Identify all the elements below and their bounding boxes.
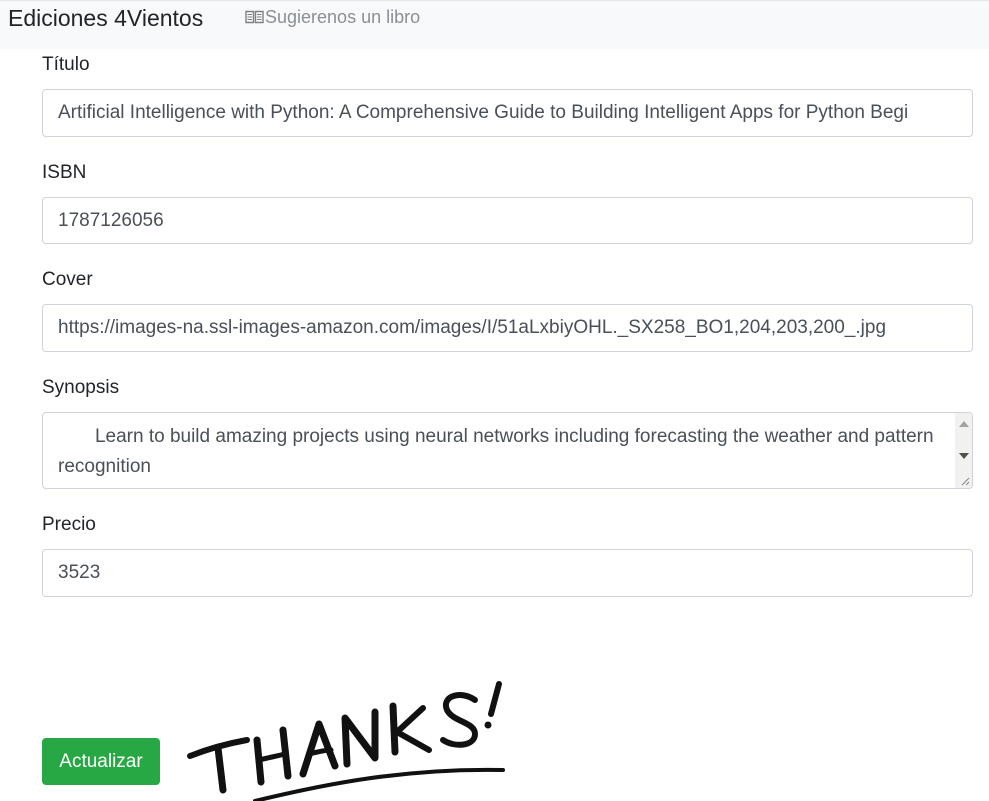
isbn-label: ISBN — [42, 162, 87, 183]
synopsis-text: Learn to build amazing projects using ne… — [58, 426, 939, 477]
titulo-input[interactable]: Artificial Intelligence with Python: A C… — [42, 89, 973, 137]
cover-label: Cover — [42, 269, 93, 290]
synopsis-textarea[interactable]: Learn to build amazing projects using ne… — [42, 412, 973, 489]
book-icon — [245, 10, 264, 24]
scroll-up-arrow-icon[interactable] — [959, 421, 969, 427]
scroll-down-arrow-icon[interactable] — [959, 453, 969, 459]
thanks-lettering-image — [187, 681, 505, 801]
actualizar-button[interactable]: Actualizar — [42, 738, 160, 785]
synopsis-label: Synopsis — [42, 377, 120, 398]
resize-grip-icon[interactable] — [960, 476, 970, 486]
cover-input[interactable]: https://images-na.ssl-images-amazon.com/… — [42, 304, 973, 352]
navbar: Ediciones 4Vientos Sugierenos un libro — [0, 0, 989, 49]
titulo-label: Título — [42, 54, 90, 75]
suggest-book-label: Sugierenos un libro — [265, 7, 421, 27]
navbar-brand[interactable]: Ediciones 4Vientos — [8, 4, 203, 32]
precio-label: Precio — [42, 514, 96, 535]
precio-input[interactable]: 3523 — [42, 549, 973, 597]
suggest-book-link[interactable]: Sugierenos un libro — [245, 6, 420, 28]
isbn-input[interactable]: 1787126056 — [42, 197, 973, 244]
